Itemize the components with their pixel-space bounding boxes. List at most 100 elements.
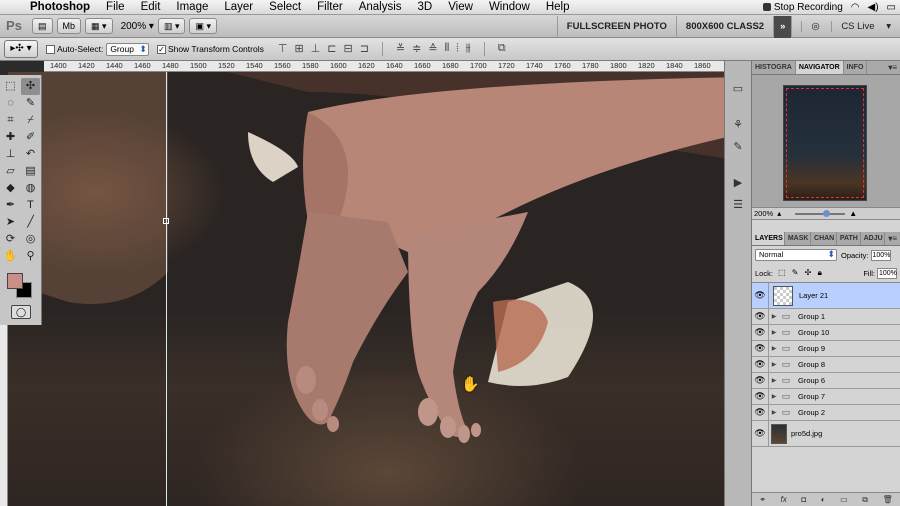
layer-row-group-7[interactable]: 👁︎ ▶ ▭ Group 7 xyxy=(752,389,900,405)
layer-row-group-8[interactable]: 👁︎ ▶ ▭ Group 8 xyxy=(752,357,900,373)
dodge-tool-icon[interactable]: ◍ xyxy=(21,180,40,197)
visibility-eye-icon[interactable]: 👁︎ xyxy=(752,421,769,446)
folder-icon[interactable]: ▭ xyxy=(840,495,848,504)
eyedropper-tool-icon[interactable]: ⌿ xyxy=(21,112,40,129)
workspace-800x600-class2[interactable]: 800X600 CLASS2 xyxy=(675,15,773,38)
distribute-right-icon[interactable]: ⫵ xyxy=(466,42,471,56)
shape-tool-icon[interactable]: ╱ xyxy=(21,214,40,231)
tab-masks[interactable]: MASK xyxy=(785,232,812,245)
menu-help[interactable]: Help xyxy=(538,1,578,13)
menu-select[interactable]: Select xyxy=(261,1,309,13)
expand-triangle-icon[interactable]: ▶ xyxy=(769,409,779,416)
brushes-icon[interactable]: ✎ xyxy=(728,139,748,155)
clone-stamp-tool-icon[interactable]: ⊥ xyxy=(1,146,20,163)
expand-triangle-icon[interactable]: ▶ xyxy=(769,345,779,352)
move-tool-icon[interactable]: ✣ xyxy=(21,78,40,95)
expand-triangle-icon[interactable]: ▶ xyxy=(769,377,779,384)
3d-rotate-tool-icon[interactable]: ⟳ xyxy=(1,231,20,248)
menu-filter[interactable]: Filter xyxy=(309,1,351,13)
tool-preset-picker[interactable]: ▸✣ ▾ xyxy=(4,40,38,58)
show-transform-controls-checkbox[interactable]: ✓ xyxy=(156,44,166,54)
blur-tool-icon[interactable]: ◆ xyxy=(1,180,20,197)
visibility-eye-icon[interactable]: 👁︎ xyxy=(752,325,769,340)
wifi-icon[interactable]: ◠ xyxy=(851,2,860,13)
history-icon[interactable]: ☰ xyxy=(728,197,748,213)
tab-layers[interactable]: LAYERS xyxy=(752,232,785,245)
visibility-eye-icon[interactable]: 👁︎ xyxy=(752,341,769,356)
crop-tool-icon[interactable]: ⌗ xyxy=(1,112,20,129)
visibility-eye-icon[interactable]: 👁︎ xyxy=(752,373,769,388)
auto-select-checkbox[interactable] xyxy=(46,44,55,54)
view-extras-button[interactable]: ▦ ▾ xyxy=(85,18,113,34)
align-right-icon[interactable]: ⊐ xyxy=(360,42,369,56)
stop-recording-button[interactable]: Stop Recording xyxy=(762,2,843,13)
distribute-bottom-icon[interactable]: ≙ xyxy=(428,42,437,56)
history-brush-tool-icon[interactable]: ↶ xyxy=(21,146,40,163)
tab-adjustments[interactable]: ADJU xyxy=(861,232,886,245)
expand-triangle-icon[interactable]: ▶ xyxy=(769,393,779,400)
tab-paths[interactable]: PATH xyxy=(837,232,861,245)
layer-row-group-9[interactable]: 👁︎ ▶ ▭ Group 9 xyxy=(752,341,900,357)
visibility-eye-icon[interactable]: 👁︎ xyxy=(752,283,769,308)
marquee-tool-icon[interactable]: ⬚ xyxy=(1,78,20,95)
type-tool-icon[interactable]: T xyxy=(21,197,40,214)
tab-navigator[interactable]: NAVIGATOR xyxy=(795,61,844,74)
brush-tool-icon[interactable]: ✐ xyxy=(21,129,40,146)
quick-selection-tool-icon[interactable]: ✎ xyxy=(21,95,40,112)
auto-select-dropdown[interactable]: Group xyxy=(106,42,149,56)
zoom-out-icon[interactable]: ▴ xyxy=(777,209,781,218)
menu-image[interactable]: Image xyxy=(168,1,216,13)
zoom-in-icon[interactable]: ▲ xyxy=(849,209,857,218)
tab-channels[interactable]: CHAN xyxy=(811,232,837,245)
quick-mask-icon[interactable]: ◯ xyxy=(11,305,31,319)
eraser-tool-icon[interactable]: ▱ xyxy=(1,163,20,180)
lock-icons[interactable]: ⬚ ✎ ✣ 🔒︎ xyxy=(778,268,824,278)
visibility-eye-icon[interactable]: 👁︎ xyxy=(752,405,769,420)
menu-3d[interactable]: 3D xyxy=(410,1,441,13)
volume-icon[interactable]: ◀) xyxy=(868,2,879,13)
new-layer-icon[interactable]: ⧉ xyxy=(862,495,868,505)
distribute-hcenter-icon[interactable]: ⦙ xyxy=(456,42,458,56)
foreground-color-swatch[interactable] xyxy=(7,273,23,289)
tab-info[interactable]: INFO xyxy=(844,61,868,74)
gradient-tool-icon[interactable]: ▤ xyxy=(21,163,40,180)
blend-mode-select[interactable]: Normal xyxy=(755,249,837,261)
trash-icon[interactable]: 🗑︎ xyxy=(883,495,893,504)
launch-bridge-button[interactable]: ▤ xyxy=(32,18,53,34)
menu-analysis[interactable]: Analysis xyxy=(351,1,410,13)
menu-layer[interactable]: Layer xyxy=(216,1,261,13)
visibility-eye-icon[interactable]: 👁︎ xyxy=(752,389,769,404)
menu-window[interactable]: Window xyxy=(481,1,538,13)
layers-panel-menu-icon[interactable]: ▾≡ xyxy=(885,232,900,245)
adjustment-icon[interactable]: ◐ xyxy=(821,495,826,504)
visibility-eye-icon[interactable]: 👁︎ xyxy=(752,309,769,324)
clone-source-icon[interactable]: ⚘ xyxy=(728,117,748,133)
panel-menu-icon[interactable]: ▾≡ xyxy=(885,61,900,74)
align-left-icon[interactable]: ⊏ xyxy=(327,42,336,56)
distribute-left-icon[interactable]: ⫴ xyxy=(445,42,450,56)
auto-align-icon[interactable]: ⧉ xyxy=(498,42,506,56)
battery-icon[interactable]: ▭ xyxy=(887,2,896,13)
cs-live-menu[interactable]: ◎ CS Live ▾ xyxy=(791,15,900,38)
layer-row-group-1[interactable]: 👁︎ ▶ ▭ Group 1 xyxy=(752,309,900,325)
vertical-guide[interactable] xyxy=(166,72,167,506)
more-workspaces-button[interactable]: » xyxy=(773,15,792,38)
layer-row-group-2[interactable]: 👁︎ ▶ ▭ Group 2 xyxy=(752,405,900,421)
document-canvas[interactable]: ✋ xyxy=(8,72,750,506)
visibility-eye-icon[interactable]: 👁︎ xyxy=(752,357,769,372)
pen-tool-icon[interactable]: ✒ xyxy=(1,197,20,214)
screen-mode-button[interactable]: ▣ ▾ xyxy=(189,18,218,34)
navigator-zoom-slider[interactable] xyxy=(795,209,846,217)
align-top-icon[interactable]: ⊤ xyxy=(278,42,288,56)
lasso-tool-icon[interactable]: ◌ xyxy=(1,95,20,112)
hand-tool-icon[interactable]: ✋ xyxy=(1,248,20,265)
mask-icon[interactable]: ◘ xyxy=(801,495,806,504)
align-hcenter-icon[interactable]: ⊟ xyxy=(343,42,352,56)
menu-app-photoshop[interactable]: Photoshop xyxy=(22,1,98,13)
distribute-vcenter-icon[interactable]: ≑ xyxy=(412,42,421,56)
link-icon[interactable]: ⚭ xyxy=(759,495,766,504)
layer-row-pro5d-jpg[interactable]: 👁︎ pro5d.jpg xyxy=(752,421,900,447)
layer-row-layer-21[interactable]: 👁︎ Layer 21 xyxy=(752,283,900,309)
healing-brush-tool-icon[interactable]: ✚ xyxy=(1,129,20,146)
menu-edit[interactable]: Edit xyxy=(133,1,169,13)
